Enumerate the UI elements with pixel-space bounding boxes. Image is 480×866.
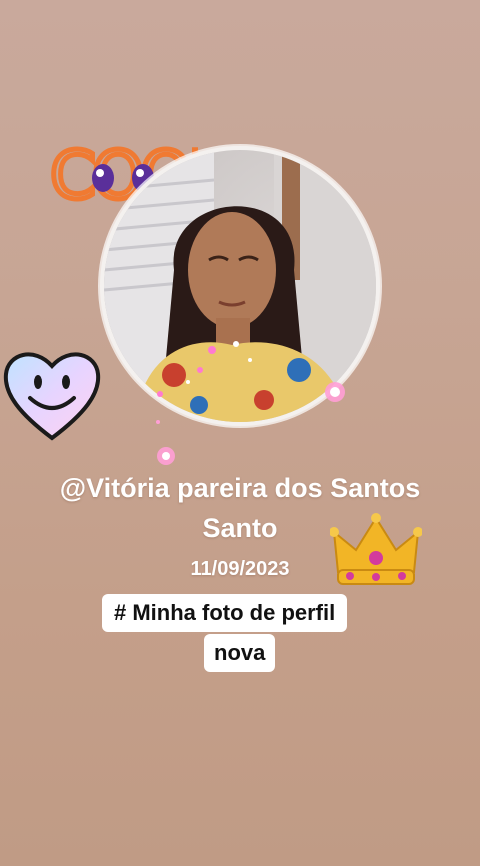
- caption-line-2: nova: [204, 634, 276, 672]
- smiley-heart-icon: [3, 352, 101, 441]
- profile-photo[interactable]: [104, 150, 376, 422]
- profile-date: 11/09/2023: [190, 558, 290, 580]
- profile-username: @Vitória pareira dos Santos Santo: [59, 473, 421, 543]
- story-canvas: COOL: [0, 0, 480, 866]
- caption-line-1: # Minha foto de perfil: [102, 594, 348, 632]
